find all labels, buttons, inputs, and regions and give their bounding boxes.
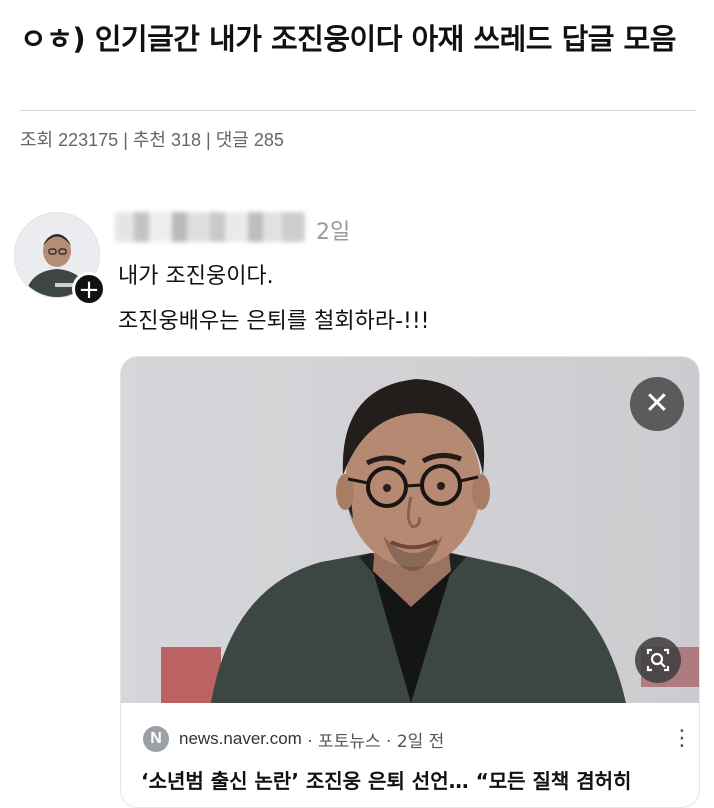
recommend-count: 추천 318: [132, 130, 202, 150]
more-vertical-icon[interactable]: ⋮: [671, 725, 693, 753]
lens-search-icon[interactable]: [635, 637, 681, 683]
close-icon[interactable]: ✕: [630, 377, 684, 431]
comment-count: 댓글 285: [215, 130, 284, 150]
naver-logo: N: [143, 726, 169, 752]
source-site: news.naver.com: [179, 729, 302, 748]
page-title: ㅇㅎ) 인기글간 내가 조진웅이다 아재 쓰레드 답글 모음: [20, 22, 676, 56]
title-divider: [20, 110, 696, 111]
meta-separator: |: [201, 130, 216, 150]
news-photo: [121, 357, 699, 703]
meta-separator: |: [118, 130, 133, 150]
profile-avatar-wrap[interactable]: +: [14, 212, 106, 306]
link-preview-card[interactable]: ✕ N news.naver.com · 포토뉴스 · 2일 전 ⋮ ‘소년범 …: [120, 356, 700, 808]
plus-icon[interactable]: +: [72, 272, 106, 306]
thread-text-line-1: 내가 조진웅이다.: [118, 264, 274, 289]
blurred-username[interactable]: [115, 212, 305, 242]
source-info: · 포토뉴스 · 2일 전: [301, 731, 445, 752]
news-source-row: N news.naver.com · 포토뉴스 · 2일 전: [143, 725, 444, 753]
thread-text-line-2: 조진웅배우는 은퇴를 철회하라-!!!: [118, 309, 430, 334]
news-headline[interactable]: ‘소년범 출신 논란’ 조진웅 은퇴 선언… “모든 질책 겸허히: [141, 765, 691, 794]
post-meta: 조회 223175 | 추천 318 | 댓글 285: [20, 126, 284, 152]
post-time: 2일: [316, 220, 351, 245]
view-count: 조회 223175: [20, 130, 119, 150]
